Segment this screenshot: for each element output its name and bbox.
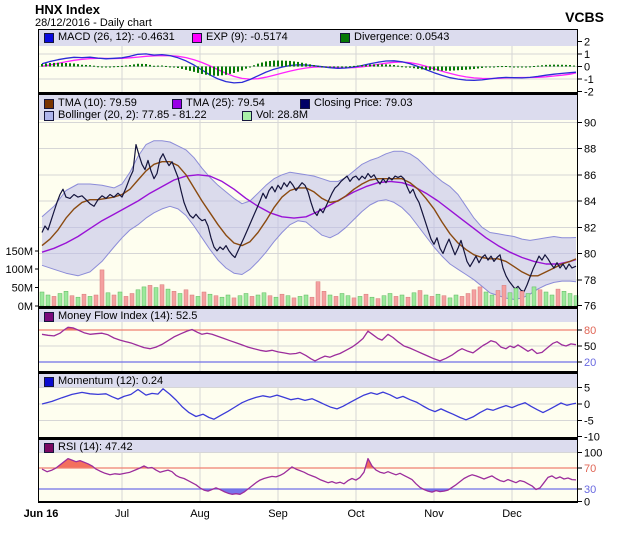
axis-tick-label: 80 — [584, 325, 596, 337]
axis-tick-label: 5 — [584, 383, 590, 395]
tma10-color-swatch — [44, 98, 54, 109]
legend-closing-price-label: Closing Price: 79.03 — [314, 97, 413, 109]
axis-tick-label: -10 — [584, 432, 600, 444]
legend-mfi: Money Flow Index (14): 52.5 — [44, 311, 197, 322]
axis-tick-label: 20 — [584, 357, 596, 369]
axis-tick-label: 100M — [5, 264, 33, 276]
axis-tick-label: 0M — [18, 301, 33, 313]
axis-tick-label: 90 — [584, 117, 596, 129]
x-axis-month-label: Jul — [115, 508, 129, 520]
axis-tick-label: 76 — [584, 301, 596, 313]
legend-tma10: TMA (10): 79.59 — [44, 98, 137, 109]
axis-tick-label: 150M — [5, 246, 33, 258]
mfi-color-swatch — [44, 311, 54, 322]
volume-color-swatch — [242, 110, 252, 121]
x-axis-month-label: Aug — [190, 508, 210, 520]
axis-tick-label: 30 — [584, 484, 596, 496]
legend-volume-label: Vol: 28.8M — [256, 109, 308, 121]
x-axis-month-label: Oct — [347, 508, 364, 520]
axis-tick-label: -2 — [584, 86, 594, 98]
axis-tick-label: 50M — [12, 283, 33, 295]
legend-macd: MACD (26, 12): -0.4631 — [44, 32, 175, 43]
legend-bollinger-label: Bollinger (20, 2): 77.85 - 81.22 — [58, 109, 207, 121]
closing-price-color-swatch — [300, 98, 310, 109]
legend-momentum: Momentum (12): 0.24 — [44, 376, 163, 387]
divergence-color-swatch — [340, 32, 350, 43]
axis-tick-label: 0 — [584, 399, 590, 411]
axis-tick-label: 0 — [584, 62, 590, 74]
legend-macd-label: MACD (26, 12): -0.4631 — [58, 31, 175, 43]
legend-tma10-label: TMA (10): 79.59 — [58, 97, 137, 109]
axis-tick-label: -5 — [584, 416, 594, 428]
axis-tick-label: 82 — [584, 222, 596, 234]
axis-tick-label: 80 — [584, 249, 596, 261]
legend-momentum-label: Momentum (12): 0.24 — [58, 375, 164, 387]
tma25-color-swatch — [172, 98, 182, 109]
legend-tma25: TMA (25): 79.54 — [172, 98, 265, 109]
axis-tick-label: 2 — [584, 37, 590, 49]
x-axis-month-label: Nov — [424, 508, 444, 520]
axis-tick-label: 1 — [584, 49, 590, 61]
bollinger-color-swatch — [44, 110, 54, 121]
x-axis-month-label: Dec — [502, 508, 522, 520]
legend-tma25-label: TMA (25): 79.54 — [186, 97, 265, 109]
axis-tick-label: 88 — [584, 144, 596, 156]
axis-tick-label: -1 — [584, 74, 594, 86]
momentum-color-swatch — [44, 376, 54, 387]
legend-rsi: RSI (14): 47.42 — [44, 442, 133, 453]
legend-divergence: Divergence: 0.0543 — [340, 32, 449, 43]
exp-color-swatch — [192, 32, 202, 43]
x-axis-month-label: Sep — [268, 508, 288, 520]
axis-tick-label: 84 — [584, 196, 596, 208]
legend-divergence-label: Divergence: 0.0543 — [354, 31, 450, 43]
legend-exp: EXP (9): -0.5174 — [192, 32, 288, 43]
axis-tick-label: 78 — [584, 275, 596, 287]
legend-exp-label: EXP (9): -0.5174 — [206, 31, 288, 43]
x-axis-start-label: Jun 16 — [24, 508, 59, 520]
legend-mfi-label: Money Flow Index (14): 52.5 — [58, 310, 198, 322]
axis-tick-label: 86 — [584, 170, 596, 182]
chart-canvas: 210-1-2908886848280787680502050-5-101007… — [5, 29, 602, 520]
chart-window: HNX Index 28/12/2016 - Daily chart VCBS … — [0, 0, 620, 535]
macd-color-swatch — [44, 32, 54, 43]
legend-rsi-label: RSI (14): 47.42 — [58, 441, 133, 453]
axis-tick-label: 70 — [584, 463, 596, 475]
legend-bollinger: Bollinger (20, 2): 77.85 - 81.22 — [44, 110, 207, 121]
axis-tick-label: 50 — [584, 341, 596, 353]
rsi-color-swatch — [44, 442, 54, 453]
legend-closing-price: Closing Price: 79.03 — [300, 98, 412, 109]
axis-tick-label: 100 — [584, 447, 602, 459]
axis-tick-label: 0 — [584, 497, 590, 509]
legend-volume: Vol: 28.8M — [242, 110, 308, 121]
